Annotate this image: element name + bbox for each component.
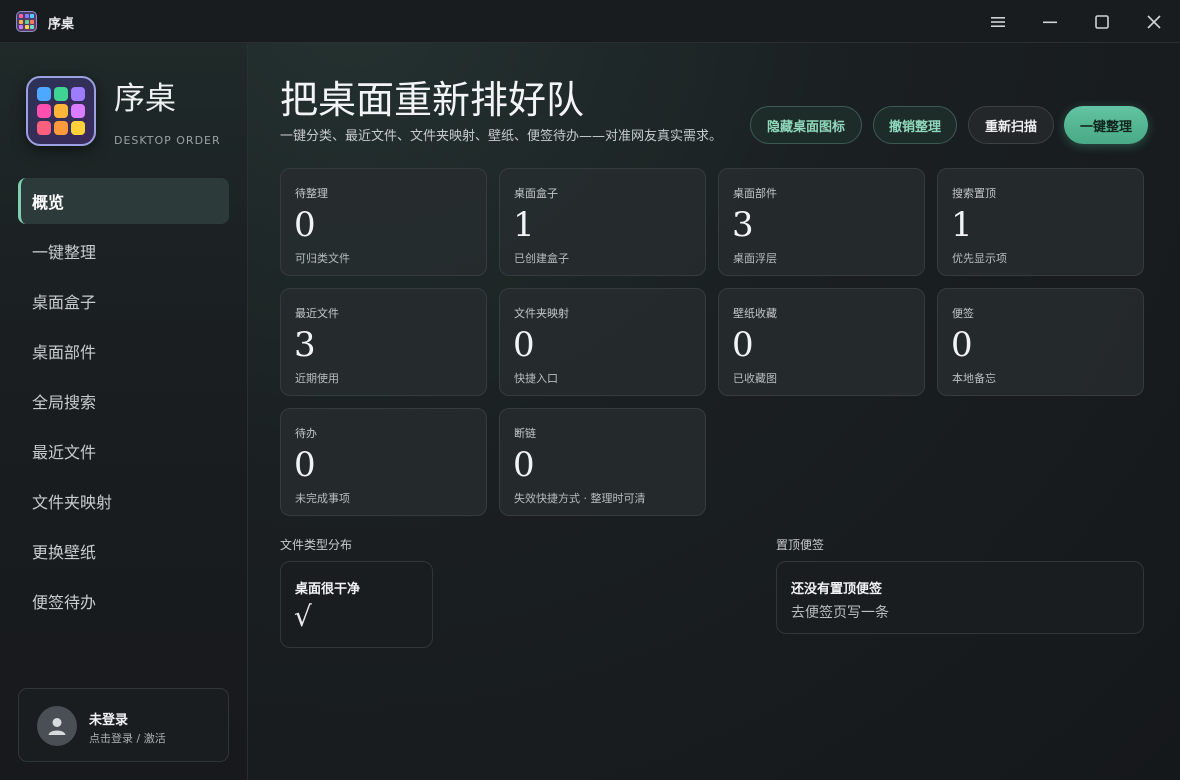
one-click-organize-button[interactable]: 一键整理 bbox=[1064, 106, 1148, 144]
pinned-notes-section-title: 置顶便签 bbox=[776, 538, 825, 552]
stat-label: 待整理 bbox=[295, 187, 328, 200]
login-hint: 点击登录 / 激活 bbox=[89, 732, 166, 745]
nav-item-organize[interactable]: 一键整理 bbox=[18, 228, 229, 274]
stat-desc: 近期使用 bbox=[295, 372, 339, 385]
nav-item-notes-todo[interactable]: 便签待办 bbox=[18, 578, 229, 624]
minimize-button[interactable] bbox=[1035, 8, 1065, 36]
stat-value: 0 bbox=[294, 445, 316, 485]
title-bar: 序桌 bbox=[0, 0, 1180, 43]
file-types-panel: 桌面很干净 √ bbox=[280, 561, 433, 648]
stat-card-search-pinned[interactable]: 搜索置顶 1 优先显示项 bbox=[937, 168, 1144, 276]
stat-label: 待办 bbox=[295, 427, 317, 440]
user-card[interactable]: 未登录 点击登录 / 激活 bbox=[18, 688, 229, 762]
stat-value: 3 bbox=[294, 325, 316, 365]
window-title: 序桌 bbox=[48, 17, 75, 32]
check-mark: √ bbox=[294, 600, 312, 633]
nav-item-overview[interactable]: 概览 bbox=[18, 178, 229, 224]
stat-value: 0 bbox=[513, 325, 535, 365]
stat-card-folder-mapping[interactable]: 文件夹映射 0 快捷入口 bbox=[499, 288, 706, 396]
stat-desc: 未完成事项 bbox=[295, 492, 350, 505]
stat-label: 壁纸收藏 bbox=[733, 307, 777, 320]
stat-desc: 已收藏图 bbox=[733, 372, 777, 385]
file-types-section-title: 文件类型分布 bbox=[280, 538, 353, 552]
stat-label: 文件夹映射 bbox=[514, 307, 569, 320]
stat-card-pending[interactable]: 待整理 0 可归类文件 bbox=[280, 168, 487, 276]
app-window: 序桌 序桌 DESKTOP ORDER 概览 一键整理 桌面盒子 桌面部件 全局… bbox=[0, 0, 1180, 780]
user-icon bbox=[48, 718, 66, 735]
stat-value: 0 bbox=[513, 445, 535, 485]
brand-name: 序桌 bbox=[114, 81, 176, 117]
stat-card-notes[interactable]: 便签 0 本地备忘 bbox=[937, 288, 1144, 396]
rescan-button[interactable]: 重新扫描 bbox=[968, 106, 1054, 144]
sidebar-nav: 概览 一键整理 桌面盒子 桌面部件 全局搜索 最近文件 文件夹映射 更换壁纸 便… bbox=[18, 178, 229, 628]
stat-card-desktop-widgets[interactable]: 桌面部件 3 桌面浮层 bbox=[718, 168, 925, 276]
stat-desc: 桌面浮层 bbox=[733, 252, 777, 265]
nav-item-desktop-box[interactable]: 桌面盒子 bbox=[18, 278, 229, 324]
stat-value: 3 bbox=[732, 205, 754, 245]
app-logo bbox=[26, 76, 96, 146]
menu-button[interactable] bbox=[983, 8, 1013, 36]
brand-subtitle: DESKTOP ORDER bbox=[114, 134, 221, 147]
stat-label: 断链 bbox=[514, 427, 536, 440]
undo-organize-button[interactable]: 撤销整理 bbox=[873, 106, 957, 144]
close-icon bbox=[1147, 15, 1161, 29]
hide-desktop-icons-button[interactable]: 隐藏桌面图标 bbox=[750, 106, 862, 144]
stat-label: 搜索置顶 bbox=[952, 187, 996, 200]
stat-label: 最近文件 bbox=[295, 307, 339, 320]
stat-card-wallpaper[interactable]: 壁纸收藏 0 已收藏图 bbox=[718, 288, 925, 396]
nav-item-folder-mapping[interactable]: 文件夹映射 bbox=[18, 478, 229, 524]
stat-desc: 本地备忘 bbox=[952, 372, 996, 385]
stat-value: 0 bbox=[732, 325, 754, 365]
user-name: 未登录 bbox=[89, 713, 129, 728]
close-button[interactable] bbox=[1139, 8, 1169, 36]
maximize-icon bbox=[1095, 15, 1109, 29]
page-title: 把桌面重新排好队 bbox=[280, 78, 585, 122]
stat-desc: 快捷入口 bbox=[514, 372, 558, 385]
avatar bbox=[37, 706, 77, 746]
stat-label: 便签 bbox=[952, 307, 974, 320]
stat-card-recent-files[interactable]: 最近文件 3 近期使用 bbox=[280, 288, 487, 396]
stat-desc: 已创建盒子 bbox=[514, 252, 569, 265]
app-icon bbox=[16, 11, 37, 32]
stat-label: 桌面盒子 bbox=[514, 187, 558, 200]
minimize-icon bbox=[1043, 21, 1057, 24]
stat-value: 1 bbox=[513, 205, 535, 245]
pinned-notes-hint: 去便签页写一条 bbox=[791, 605, 889, 621]
hamburger-icon bbox=[991, 17, 1005, 27]
stat-desc: 失效快捷方式 · 整理时可清 bbox=[514, 492, 646, 505]
nav-item-wallpaper[interactable]: 更换壁纸 bbox=[18, 528, 229, 574]
stat-value: 1 bbox=[951, 205, 973, 245]
nav-item-desktop-widgets[interactable]: 桌面部件 bbox=[18, 328, 229, 374]
nav-item-global-search[interactable]: 全局搜索 bbox=[18, 378, 229, 424]
nav-item-recent-files[interactable]: 最近文件 bbox=[18, 428, 229, 474]
stat-card-broken-links[interactable]: 断链 0 失效快捷方式 · 整理时可清 bbox=[499, 408, 706, 516]
sidebar: 序桌 DESKTOP ORDER 概览 一键整理 桌面盒子 桌面部件 全局搜索 … bbox=[0, 43, 248, 780]
stat-value: 0 bbox=[951, 325, 973, 365]
maximize-button[interactable] bbox=[1087, 8, 1117, 36]
page-subtitle: 一键分类、最近文件、文件夹映射、壁纸、便签待办——对准网友真实需求。 bbox=[280, 129, 723, 144]
stat-card-desktop-box[interactable]: 桌面盒子 1 已创建盒子 bbox=[499, 168, 706, 276]
pinned-notes-panel[interactable]: 还没有置顶便签 去便签页写一条 bbox=[776, 561, 1144, 634]
stat-desc: 可归类文件 bbox=[295, 252, 350, 265]
stat-desc: 优先显示项 bbox=[952, 252, 1007, 265]
stat-value: 0 bbox=[294, 205, 316, 245]
stat-label: 桌面部件 bbox=[733, 187, 777, 200]
pinned-notes-empty-title: 还没有置顶便签 bbox=[791, 582, 883, 597]
file-types-status: 桌面很干净 bbox=[295, 582, 361, 597]
stat-card-todo[interactable]: 待办 0 未完成事项 bbox=[280, 408, 487, 516]
main-content: 把桌面重新排好队 一键分类、最近文件、文件夹映射、壁纸、便签待办——对准网友真实… bbox=[248, 43, 1180, 780]
